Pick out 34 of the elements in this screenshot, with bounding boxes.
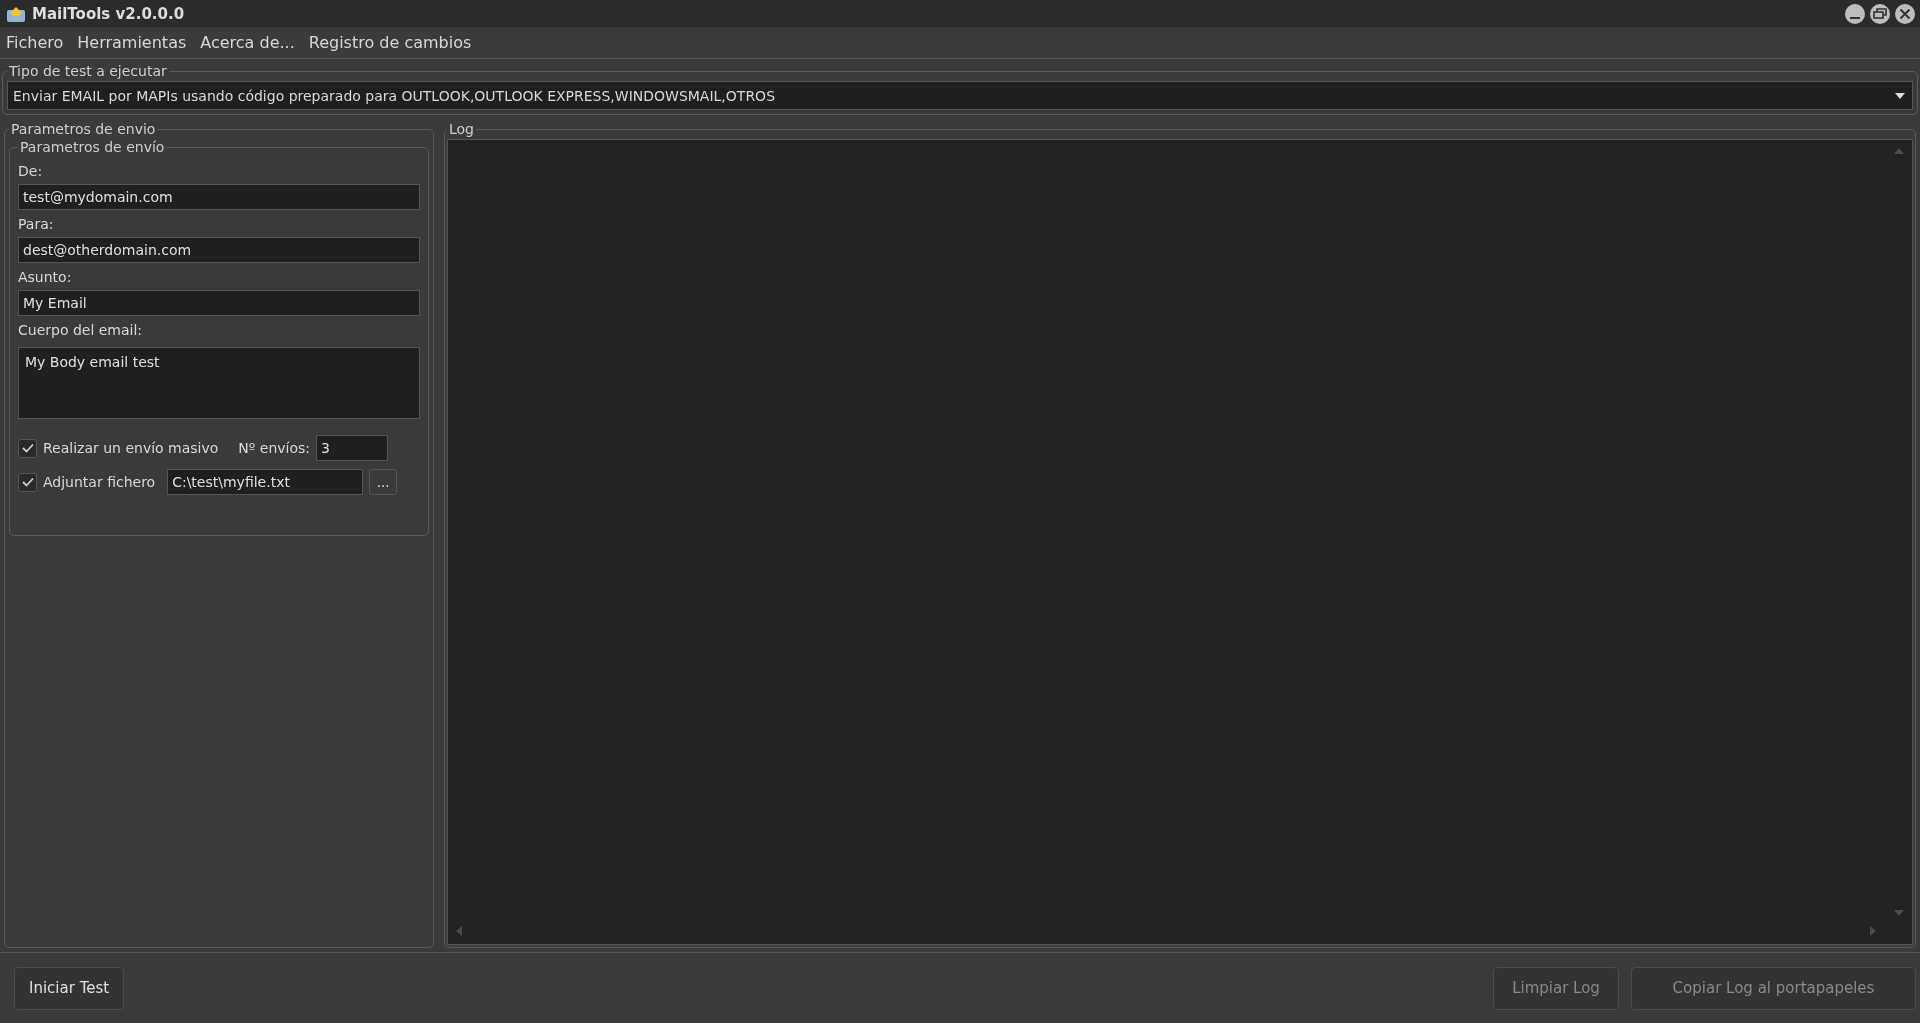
field-label: De:	[18, 163, 44, 179]
window-title: MailTools v2.0.0.0	[32, 4, 185, 23]
browse-button[interactable]: ...	[369, 469, 398, 495]
checkbox-label: Adjuntar fichero	[43, 474, 156, 490]
menu-item[interactable]: Acerca de...	[200, 33, 295, 52]
input-field[interactable]: test@mydomain.com	[18, 184, 420, 210]
field-label: Cuerpo del email:	[18, 322, 144, 338]
file-path-field[interactable]: C:\test\myfile.txt	[167, 469, 364, 495]
input-field[interactable]: My Email	[18, 290, 420, 316]
checkbox[interactable]	[18, 472, 37, 492]
menu-item[interactable]: Fichero	[6, 33, 64, 52]
menu-item[interactable]: Registro de cambios	[308, 33, 472, 52]
dropdown-arrow-icon	[1894, 91, 1906, 100]
field-label: Nº envíos:	[238, 440, 311, 456]
check-icon	[21, 477, 34, 487]
checkbox-label: Realizar un envío masivo	[43, 440, 219, 456]
group-title: Tipo de test a ejecutar	[8, 63, 168, 79]
restore-icon[interactable]	[1869, 2, 1891, 25]
group-title: Parametros de envío	[19, 139, 166, 155]
minimize-icon[interactable]	[1844, 2, 1866, 25]
group-title: Parametros de envio	[10, 121, 157, 137]
count-field[interactable]: 3	[316, 435, 389, 461]
input-field[interactable]: dest@otherdomain.com	[18, 237, 420, 263]
group-title: Log	[448, 121, 475, 137]
action-button[interactable]: Iniciar Test	[14, 966, 125, 1010]
menu-item[interactable]: Herramientas	[77, 33, 187, 52]
field-label: Para:	[18, 216, 55, 232]
field-label: Asunto:	[18, 269, 73, 285]
close-icon[interactable]	[1894, 2, 1916, 25]
check-icon	[21, 443, 34, 453]
envelope-icon	[6, 4, 26, 23]
checkbox[interactable]	[18, 438, 37, 458]
test-type-dropdown[interactable]: Enviar EMAIL por MAPIs usando código preparado para OUTLOOK,OUTLOOK EXPRESS,WINDOWSMAIL,OTROS	[7, 81, 1913, 110]
text-area[interactable]: My Body email test	[18, 347, 420, 419]
